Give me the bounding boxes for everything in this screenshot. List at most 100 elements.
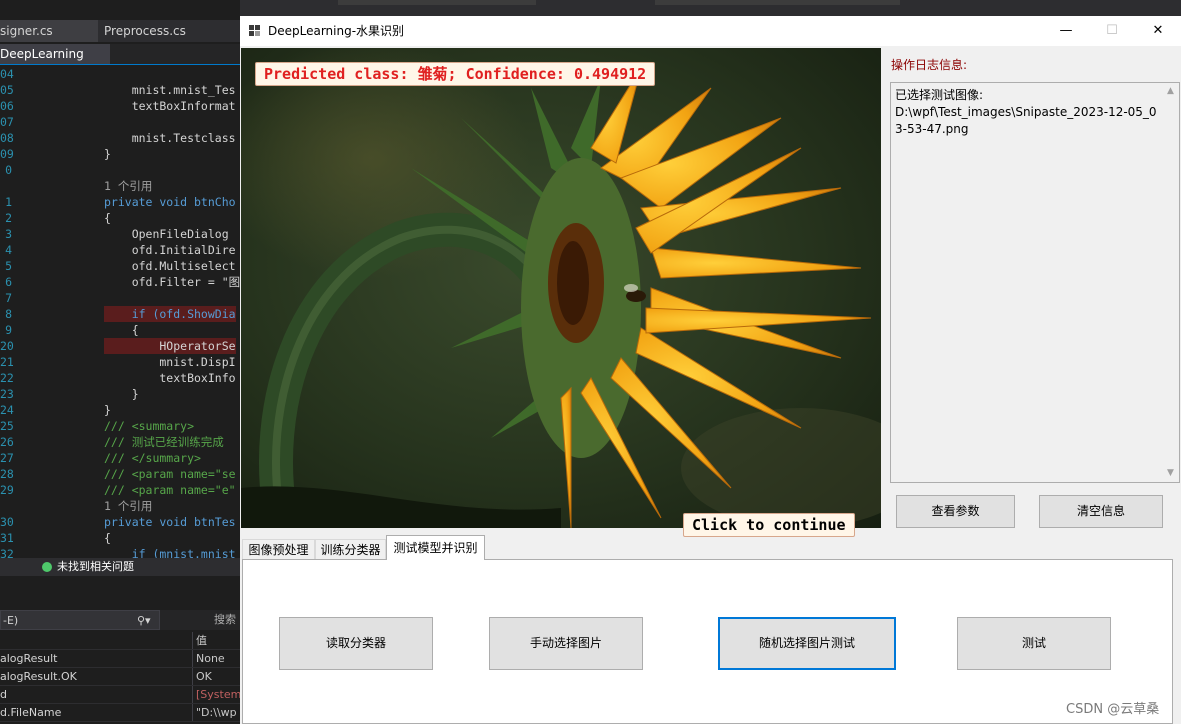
- tab-test-model[interactable]: 测试模型并识别: [386, 535, 485, 560]
- ide-locals-table: 值 alogResult None alogResult.OK OK d [System d…: [0, 632, 240, 722]
- code-line: 23 }: [0, 386, 240, 402]
- ide-locals-row[interactable]: alogResult None: [0, 650, 240, 668]
- code-line: 0: [0, 162, 240, 178]
- code-text: ofd.Multiselect: [104, 259, 236, 273]
- code-line: 08 mnist.Testclass: [0, 130, 240, 146]
- manual-select-image-button[interactable]: 手动选择图片: [489, 617, 643, 670]
- code-line: 25 /// <summary>: [0, 418, 240, 434]
- sunflower-image: [241, 48, 881, 528]
- log-title: 操作日志信息:: [891, 58, 968, 72]
- line-number: 20: [0, 339, 14, 353]
- window-title: DeepLearning-水果识别: [268, 24, 405, 38]
- line-number: 26: [0, 435, 14, 449]
- code-text: OpenFileDialog: [104, 227, 236, 241]
- ide-tab-preprocess[interactable]: Preprocess.cs: [100, 20, 239, 42]
- continue-prompt[interactable]: Click to continue: [683, 513, 855, 537]
- ide-background: signer.cs Preprocess.cs DeepLearning 04 0…: [0, 0, 240, 724]
- code-line: 30 private void btnTes: [0, 514, 240, 530]
- view-params-button[interactable]: 查看参数: [896, 495, 1015, 528]
- clear-info-button[interactable]: 清空信息: [1039, 495, 1163, 528]
- image-display[interactable]: [241, 48, 881, 528]
- line-number: 1: [5, 195, 12, 209]
- code-text: /// 测试已经训练完成: [104, 435, 224, 449]
- ide-toolbar-strip: [655, 0, 900, 5]
- maximize-button[interactable]: ☐: [1089, 16, 1135, 46]
- code-editor[interactable]: 04 05 mnist.mnist_Tes 0 6 textBoxInformat 07…: [0, 66, 240, 562]
- code-text: ofd.Filter = "图: [104, 275, 240, 289]
- line-number: 0: [5, 163, 12, 177]
- code-line: 9 {: [0, 322, 240, 338]
- code-text: textBoxInformat: [104, 99, 236, 113]
- code-line: 1 个引用: [0, 178, 240, 194]
- ide-locals-row[interactable]: d.FileName "D:\\wp: [0, 704, 240, 722]
- ide-member-dropdown[interactable]: [110, 44, 240, 64]
- ide-locals-value: None: [196, 652, 225, 665]
- tab-train-classifier[interactable]: 训练分类器: [315, 539, 386, 559]
- app-icon: [249, 25, 261, 37]
- ide-toolbar-strip: [338, 0, 536, 5]
- line-number: 22: [0, 371, 14, 385]
- log-textbox[interactable]: 已选择测试图像: D:\wpf\Test_images\Snipaste_202…: [890, 82, 1180, 483]
- log-content: 已选择测试图像: D:\wpf\Test_images\Snipaste_202…: [895, 88, 1157, 136]
- code-text: {: [104, 211, 111, 225]
- ide-locals-row[interactable]: d [System: [0, 686, 240, 704]
- code-line: 05 mnist.mnist_Tes: [0, 82, 240, 98]
- line-number: 25: [0, 419, 14, 433]
- code-line: 1 个引用: [0, 498, 240, 514]
- code-text: mnist.mnist_Tes: [104, 83, 236, 97]
- line-number: 30: [0, 515, 14, 529]
- ide-locals-row[interactable]: alogResult.OK OK: [0, 668, 240, 686]
- code-text: 1 个引用: [104, 179, 153, 193]
- code-line: 20 HOperatorSe: [0, 338, 240, 354]
- scroll-up-icon[interactable]: ▲: [1162, 83, 1179, 100]
- code-text: /// <param name="e": [104, 483, 236, 497]
- line-number: 9: [5, 323, 12, 337]
- code-text: {: [104, 531, 111, 545]
- read-classifier-button[interactable]: 读取分类器: [279, 617, 433, 670]
- code-line: 21 mnist.DispI: [0, 354, 240, 370]
- ide-search-hint: 搜索: [214, 613, 236, 626]
- code-text: {: [104, 323, 139, 337]
- code-text: textBoxInfo: [104, 371, 236, 385]
- code-text: }: [104, 147, 111, 161]
- tab-preprocess[interactable]: 图像预处理: [242, 539, 315, 559]
- ide-tab-designer[interactable]: signer.cs: [0, 20, 98, 42]
- code-line: 3 OpenFileDialog: [0, 226, 240, 242]
- ide-project-name: DeepLearning: [0, 47, 84, 61]
- line-number: 08: [0, 131, 14, 145]
- scroll-down-icon[interactable]: ▼: [1162, 465, 1179, 482]
- ide-locals-value: OK: [196, 670, 212, 683]
- log-scrollbar[interactable]: ▲ ▼: [1162, 83, 1179, 482]
- code-line: 8 if (ofd.ShowDia: [0, 306, 240, 322]
- ide-locals-value-header: 值: [196, 634, 207, 647]
- line-number: 6: [5, 275, 12, 289]
- test-button[interactable]: 测试: [957, 617, 1111, 670]
- line-number: 27: [0, 451, 14, 465]
- line-number: 3: [5, 227, 12, 241]
- code-text: /// </summary>: [104, 451, 201, 465]
- code-text: }: [104, 387, 139, 401]
- line-number: 29: [0, 483, 14, 497]
- code-line: 22 textBoxInfo: [0, 370, 240, 386]
- title-bar[interactable]: DeepLearning-水果识别 — ☐ ✕: [240, 16, 1181, 46]
- line-number: 21: [0, 355, 14, 369]
- code-text: mnist.DispI: [104, 355, 236, 369]
- tab-page-test: 读取分类器 手动选择图片 随机选择图片测试 测试: [242, 559, 1173, 724]
- code-line: 31 {: [0, 530, 240, 546]
- ide-locals-header: 值: [0, 632, 240, 650]
- ide-locals-search-input[interactable]: -E) ⚲▾: [0, 610, 160, 630]
- random-select-test-button[interactable]: 随机选择图片测试: [718, 617, 896, 670]
- code-line: 09}: [0, 146, 240, 162]
- column-divider: [192, 668, 193, 685]
- ide-status-text: 未找到相关问题: [57, 560, 134, 573]
- search-icon[interactable]: ⚲▾: [137, 611, 151, 631]
- ide-project-dropdown[interactable]: DeepLearning: [0, 44, 240, 65]
- line-number: 04: [0, 67, 14, 81]
- close-button[interactable]: ✕: [1135, 16, 1181, 46]
- code-line: 28 /// <param name="se: [0, 466, 240, 482]
- line-number: 07: [0, 115, 14, 129]
- line-number: 31: [0, 531, 14, 545]
- minimize-button[interactable]: —: [1043, 16, 1089, 46]
- code-text: mnist.Testclass: [104, 131, 236, 145]
- code-line: 4 ofd.InitialDire: [0, 242, 240, 258]
